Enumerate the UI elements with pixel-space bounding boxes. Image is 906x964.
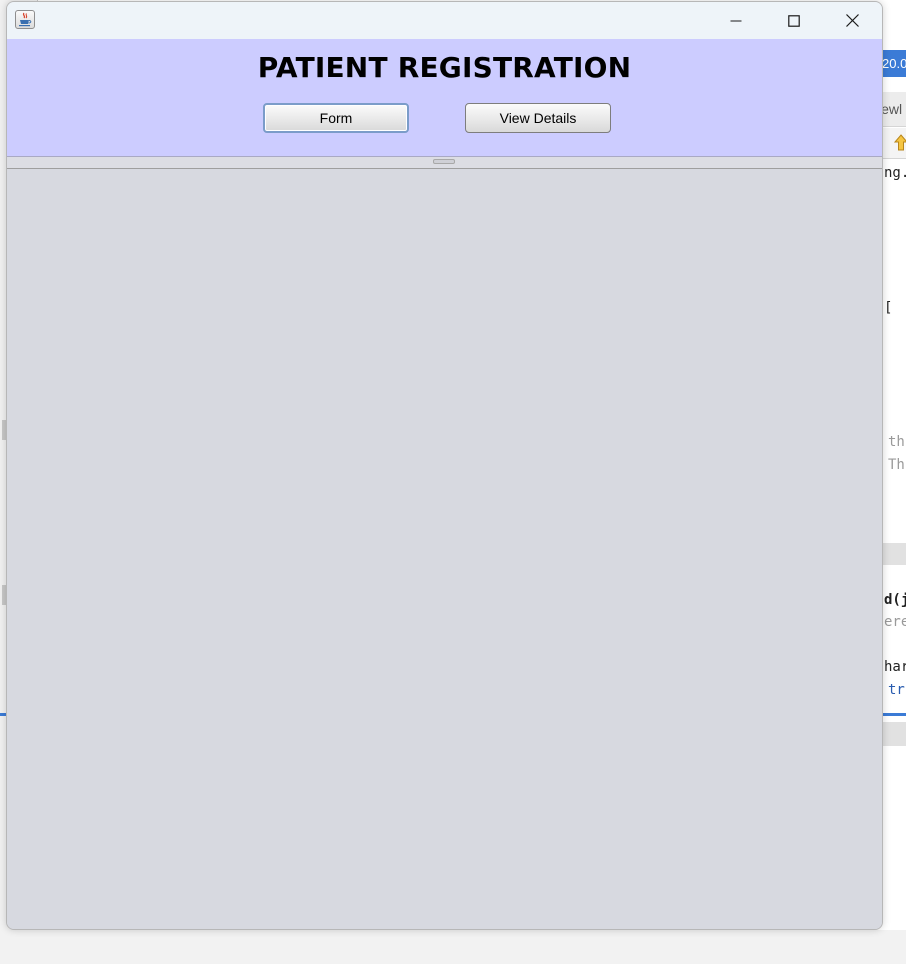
split-pane-divider[interactable] (7, 157, 882, 169)
background-code-line: tr (888, 682, 905, 698)
close-button[interactable] (823, 2, 881, 39)
background-status-strip (0, 930, 906, 964)
background-ide-tab-label: 20.0 (882, 56, 906, 71)
header-panel: PATIENT REGISTRATION Form View Details (7, 39, 882, 157)
window-title-bar[interactable] (7, 2, 882, 39)
background-ide-tab: 20.0 (880, 50, 906, 77)
background-code-band (882, 543, 906, 565)
background-code-line: d(j (884, 592, 906, 608)
maximize-icon (788, 14, 800, 27)
background-code-line: har (884, 659, 906, 675)
up-arrow-icon (894, 134, 906, 151)
minimize-button[interactable] (707, 2, 765, 39)
background-code-line: ng. (884, 165, 906, 181)
content-panel (7, 169, 882, 929)
page-title: PATIENT REGISTRATION (257, 51, 632, 84)
background-code-band (882, 722, 906, 746)
form-button[interactable]: Form (263, 103, 409, 133)
background-code-line: th (888, 434, 905, 450)
close-icon (845, 14, 859, 27)
background-code-line: ere (884, 614, 906, 630)
background-code-line: [ (884, 300, 893, 316)
minimize-icon (730, 19, 742, 22)
background-ide-toolbar-label: iewl (880, 101, 903, 117)
java-cup-icon[interactable] (15, 10, 35, 29)
background-ide-toolbar: iewl (880, 92, 906, 127)
split-pane-handle[interactable] (433, 159, 455, 164)
background-code-line: Th (888, 457, 905, 473)
maximize-button[interactable] (765, 2, 823, 39)
patient-registration-window: PATIENT REGISTRATION Form View Details (6, 1, 883, 930)
view-details-button[interactable]: View Details (465, 103, 611, 133)
